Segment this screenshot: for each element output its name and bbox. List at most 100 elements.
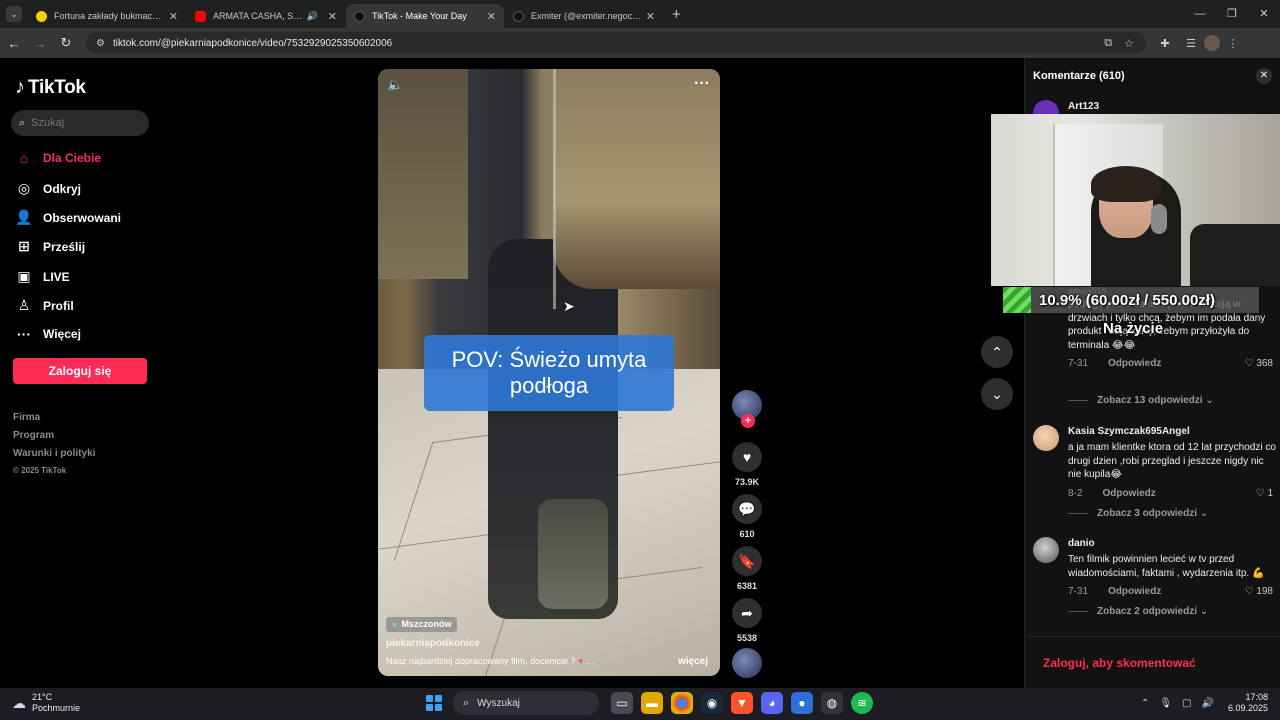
close-tab-icon[interactable]: ✕ [328, 10, 337, 23]
bookmark-icon[interactable]: 🔖 [732, 546, 762, 576]
more-icon: ··· [17, 326, 31, 342]
nav-profile[interactable]: ♙ Profil [15, 297, 74, 314]
nav-for-you[interactable]: ⌂ Dla Ciebie [15, 150, 101, 166]
footer-link-terms[interactable]: Warunki i polityki [13, 448, 95, 466]
new-tab-icon[interactable]: + [672, 6, 681, 23]
nav-label: LIVE [43, 269, 70, 284]
avatar[interactable] [1033, 425, 1059, 451]
video-author[interactable]: piekarniapodkonice [386, 638, 480, 649]
clock[interactable]: 17:08 6.09.2025 [1228, 692, 1268, 714]
search-box[interactable]: ⌕ [11, 110, 149, 136]
close-comments-icon[interactable]: ✕ [1256, 68, 1272, 84]
reload-icon[interactable]: ↻ [54, 35, 78, 51]
extensions-icon[interactable]: ✚ [1152, 37, 1178, 50]
url-text[interactable]: tiktok.com/@piekarniapodkonice/video/753… [113, 38, 1104, 49]
obs-icon[interactable]: ◍ [821, 692, 843, 714]
spotify-icon[interactable]: ≋ [851, 692, 873, 714]
previous-video-chevron-up-icon[interactable]: ⌃ [981, 336, 1013, 368]
volume-icon[interactable]: 🔈 [387, 77, 403, 93]
comment-author[interactable]: Art123 [1068, 101, 1278, 112]
share-arrow-icon[interactable]: ➦ [732, 598, 762, 628]
close-tab-icon[interactable]: ✕ [487, 10, 496, 23]
tab-youtube[interactable]: ARMATA CASHA, SZCZĘŚLIWY 🔊 ✕ [187, 4, 345, 28]
tab-tiktok[interactable]: TikTok - Make Your Day ✕ [346, 4, 504, 28]
more-link[interactable]: więcej [678, 656, 708, 667]
login-button[interactable]: Zaloguj się [13, 358, 147, 384]
save-action[interactable]: 🔖 6381 [730, 546, 764, 591]
video-player[interactable]: 🔈 ··· POV: Świeżo umyta podłoga ● Mszczon… [378, 69, 720, 676]
search-input[interactable] [31, 117, 132, 129]
like-count: 73.9K [734, 477, 760, 487]
sound-disc-avatar[interactable] [732, 648, 762, 678]
site-info-icon[interactable]: ⚙ [96, 38, 105, 49]
video-options-icon[interactable]: ··· [694, 75, 710, 93]
minimize-icon[interactable]: — [1184, 0, 1216, 28]
windows-start-icon[interactable] [423, 692, 445, 714]
like-action[interactable]: ♥ 73.9K [730, 442, 764, 487]
creator-avatar[interactable]: + [732, 390, 762, 428]
app-globe-icon[interactable]: ● [791, 692, 813, 714]
login-to-comment[interactable]: Zaloguj, aby skomentować [1025, 636, 1280, 688]
view-replies-button[interactable]: Zobacz 3 odpowiedzi ⌄ [1068, 508, 1208, 519]
chrome-icon[interactable] [671, 692, 693, 714]
close-window-icon[interactable]: ✕ [1248, 0, 1280, 28]
reply-button[interactable]: Odpowiedz [1108, 586, 1161, 597]
reading-list-icon[interactable]: ☰ [1178, 37, 1204, 50]
tiktok-logo[interactable]: ♪ TikTok [15, 76, 86, 99]
comment-action[interactable]: 💬 610 [730, 494, 764, 539]
close-tab-icon[interactable]: ✕ [646, 10, 655, 23]
nav-following[interactable]: 👤 Obserwowani [15, 209, 121, 226]
comment-like[interactable]: ♡ 1 [1256, 488, 1273, 499]
tab-title: TikTok - Make Your Day [372, 11, 467, 21]
back-arrow-icon[interactable]: ← [2, 36, 26, 51]
close-tab-icon[interactable]: ✕ [169, 10, 178, 23]
share-action[interactable]: ➦ 5538 [730, 598, 764, 643]
tab-search-button[interactable]: ⌄ [6, 6, 22, 22]
comment-like[interactable]: ♡ 198 [1245, 586, 1273, 597]
comment-author[interactable]: danio [1068, 538, 1278, 549]
brave-icon[interactable]: ▼ [731, 692, 753, 714]
file-explorer-icon[interactable]: ▬ [641, 692, 663, 714]
tiktok-favicon-icon [354, 10, 365, 22]
footer-link-company[interactable]: Firma [13, 412, 95, 430]
location-chip[interactable]: ● Mszczonów [386, 617, 458, 632]
follow-plus-icon[interactable]: + [741, 414, 755, 428]
volume-icon[interactable]: 🔊 [1202, 698, 1214, 709]
reply-button[interactable]: Odpowiedz [1108, 358, 1161, 369]
steam-icon[interactable]: ◉ [701, 692, 723, 714]
microphone-icon[interactable]: 🎙 [1159, 698, 1172, 709]
nav-live[interactable]: ▣ LIVE [15, 268, 70, 285]
nav-upload[interactable]: ⊞ Prześlij [15, 238, 85, 255]
nav-label: Prześlij [43, 239, 86, 254]
chevron-up-icon[interactable]: ⌃ [1141, 698, 1149, 709]
install-app-icon[interactable]: ⧉ [1104, 37, 1112, 50]
heart-icon[interactable]: ♥ [732, 442, 762, 472]
menu-kebab-icon[interactable]: ⋮ [1220, 37, 1246, 50]
nav-explore[interactable]: ◎ Odkryj [15, 180, 81, 197]
nav-more[interactable]: ··· Więcej [15, 326, 81, 342]
bookmark-star-icon[interactable]: ☆ [1124, 37, 1134, 50]
profile-avatar-icon[interactable] [1204, 35, 1220, 51]
comment-author[interactable]: Kasia Szymczak695Angel [1068, 426, 1278, 437]
discord-icon[interactable]: ◕ [761, 692, 783, 714]
video-actions: + ♥ 73.9K 💬 610 🔖 6381 ➦ 5538 [730, 390, 764, 678]
avatar[interactable] [1033, 537, 1059, 563]
restore-icon[interactable]: ❐ [1216, 0, 1248, 28]
address-bar[interactable]: ⚙ tiktok.com/@piekarniapodkonice/video/7… [86, 32, 1146, 54]
task-view-icon[interactable]: ▭ [611, 692, 633, 714]
comment-count: 610 [739, 529, 755, 539]
tab-exmiter[interactable]: Exmiter (@exmiter.negocjacje) ✕ [505, 4, 663, 28]
tab-fortuna[interactable]: Fortuna zakłady bukmacherskie ✕ [28, 4, 186, 28]
display-icon[interactable]: ▢ [1182, 698, 1191, 709]
speaker-icon[interactable]: 🔊 [307, 11, 318, 22]
reply-button[interactable]: Odpowiedz [1102, 488, 1155, 499]
weather-widget[interactable]: ☁ 21°C Pochmurnie [12, 692, 80, 714]
view-replies-button[interactable]: Zobacz 13 odpowiedzi ⌄ [1068, 395, 1214, 406]
comment-like[interactable]: ♡ 368 [1245, 358, 1273, 369]
next-video-chevron-down-icon[interactable]: ⌄ [981, 378, 1013, 410]
view-replies-button[interactable]: Zobacz 2 odpowiedzi ⌄ [1068, 606, 1208, 617]
forward-arrow-icon[interactable]: → [28, 36, 52, 51]
comment-icon[interactable]: 💬 [732, 494, 762, 524]
taskbar-search[interactable]: ⌕ Wyszukaj [453, 691, 599, 715]
footer-link-program[interactable]: Program [13, 430, 95, 448]
